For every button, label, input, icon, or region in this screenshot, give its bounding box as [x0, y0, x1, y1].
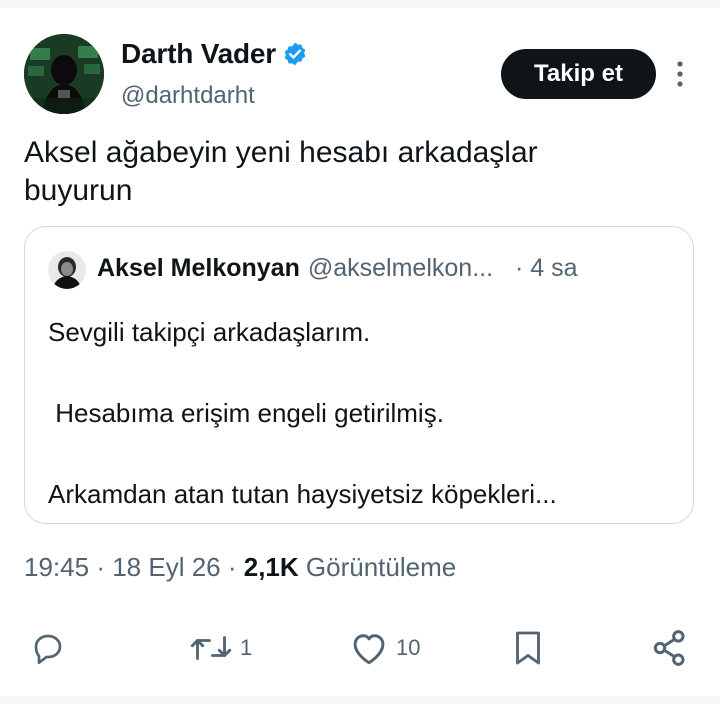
retweet-icon: [188, 630, 234, 666]
bookmark-icon: [510, 628, 546, 668]
like-count: 10: [396, 635, 421, 660]
action-bar: 1 10: [0, 620, 720, 676]
follow-button[interactable]: Takip et: [501, 49, 656, 99]
quoted-author-handle: @akselmelkon...: [307, 254, 494, 282]
quoted-author-name: Aksel Melkonyan: [97, 254, 300, 282]
share-icon: [650, 628, 690, 668]
verified-badge-icon: [282, 41, 308, 67]
bottom-divider: [0, 696, 720, 704]
quoted-text: Sevgili takipçi arkadaşlarım. Hesabıma e…: [48, 317, 557, 509]
tweet-text: Aksel ağabeyin yeni hesabı arkadaşlar bu…: [24, 136, 538, 207]
share-button[interactable]: [650, 620, 690, 676]
top-divider: [0, 0, 720, 8]
meta-separator: ·: [96, 552, 113, 582]
like-icon: [348, 630, 390, 666]
author-name[interactable]: Darth Vader: [121, 38, 308, 70]
bookmark-button[interactable]: [510, 620, 546, 676]
quoted-header: Aksel Melkonyan @akselmelkon... · 4 sa: [97, 254, 578, 283]
more-icon[interactable]: [670, 58, 690, 90]
reply-icon: [30, 630, 66, 666]
author-name-text[interactable]: Darth Vader: [121, 38, 276, 70]
views-count: 2,1K: [243, 552, 299, 582]
retweet-button[interactable]: 1: [188, 620, 252, 676]
quoted-author-avatar: [48, 251, 86, 289]
tweet-meta: 19:45 · 18 Eyl 26 · 2,1K Görüntüleme: [24, 552, 456, 583]
like-button[interactable]: 10: [348, 620, 420, 676]
retweet-count: 1: [240, 635, 253, 660]
quoted-time: · 4 sa: [515, 254, 578, 282]
author-avatar[interactable]: [24, 34, 104, 114]
author-handle[interactable]: @darhtdarht: [121, 82, 255, 110]
reply-button[interactable]: [30, 620, 72, 676]
tweet-date[interactable]: 18 Eyl 26: [112, 552, 220, 582]
tweet-time[interactable]: 19:45: [24, 552, 89, 582]
views-label: Görüntüleme: [305, 552, 457, 582]
meta-separator: ·: [227, 552, 244, 582]
